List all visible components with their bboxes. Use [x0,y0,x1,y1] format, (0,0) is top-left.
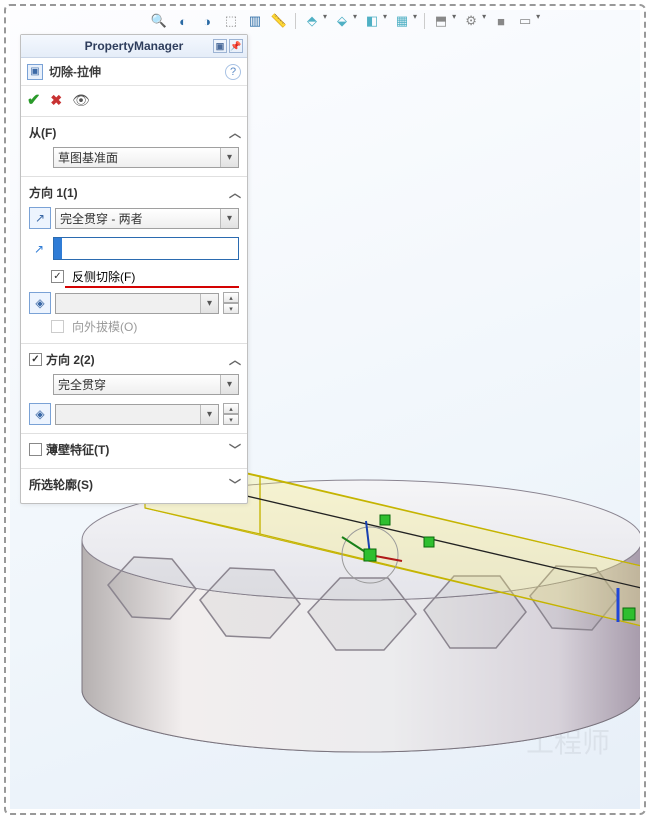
chevron-down-icon[interactable]: ﹀ [229,476,241,493]
icon-section[interactable]: ▥ [246,12,264,30]
spinner[interactable]: ▴▾ [223,292,239,314]
from-combo[interactable]: 草图基准面 ▾ [53,147,239,168]
chevron-up-icon[interactable]: ︿ [229,351,241,368]
pm-header: PropertyManager ▣ 📌 [21,35,247,58]
icon-display4[interactable]: ▦ [393,12,411,30]
dir2-draft-combo: ▾ [55,404,219,425]
view-toolbar: 🔍 ◐ ◑ ⬚ ▥ 📏 ⬘▾ ⬙▾ ◧▾ ▦▾ ⬒▾ ⚙▾ ■ ▭▾ [150,12,540,34]
cancel-button[interactable]: ✖ [50,92,62,109]
thin-label: 薄壁特征(T) [46,441,109,458]
icon-view2[interactable]: ◑ [198,12,216,30]
contours-section: 所选轮廓(S) ﹀ [21,468,247,503]
icon-display2[interactable]: ⬙ [333,12,351,30]
thin-section: 薄壁特征(T) ﹀ [21,433,247,468]
pm-pin-icon[interactable]: 📌 [229,39,243,53]
dir2-label: 方向 2(2) [46,351,95,368]
icon-d7[interactable]: ■ [492,12,510,30]
caret-icon: ▾ [200,294,218,313]
annotation-underline [65,286,239,288]
dir1-endcond: 完全贯穿 - 两者 [60,210,143,227]
dir2-checkbox[interactable]: ✓ [29,353,42,366]
chevron-up-icon[interactable]: ︿ [229,184,241,201]
confirm-row: ✔ ✖ 👁 [21,86,247,116]
dir1-vector-input[interactable] [53,237,239,260]
flip-label: 反侧切除(F) [72,268,135,285]
caret-icon: ▾ [200,405,218,424]
from-label: 从(F) [29,124,56,141]
preview-icon[interactable]: 👁 [72,92,90,109]
dir1-draft-combo: ▾ [55,293,219,314]
reverse-dir-icon[interactable]: ↗ [29,207,51,229]
feature-title: 切除-拉伸 [49,63,101,80]
separator [424,13,425,29]
icon-zoom[interactable]: 🔍 [150,12,168,30]
dir2-endcond-combo[interactable]: 完全贯穿 ▾ [53,374,239,395]
dir2-section: ✓ 方向 2(2) ︿ 完全贯穿 ▾ ◈ ▾ ▴▾ [21,343,247,433]
icon-display1[interactable]: ⬘ [303,12,321,30]
ok-button[interactable]: ✔ [27,90,40,110]
feature-header: ▣ 切除-拉伸 ? [21,58,247,86]
caret-icon: ▾ [220,209,238,228]
icon-display3[interactable]: ◧ [363,12,381,30]
draft-icon[interactable]: ◈ [29,292,51,314]
draft-label: 向外拔模(O) [72,318,137,335]
dir1-label: 方向 1(1) [29,184,78,201]
icon-measure[interactable]: 📏 [270,12,288,30]
pm-keep-visible-icon[interactable]: ▣ [213,39,227,53]
dir1-endcond-combo[interactable]: 完全贯穿 - 两者 ▾ [55,208,239,229]
direction-arrow-icon: ↗ [29,239,49,259]
icon-d8[interactable]: ▭ [516,12,534,30]
icon-d6[interactable]: ⚙ [462,12,480,30]
property-manager-panel: PropertyManager ▣ 📌 ▣ 切除-拉伸 ? ✔ ✖ 👁 从(F)… [20,34,248,504]
from-value: 草图基准面 [58,149,118,166]
help-icon[interactable]: ? [225,64,241,80]
draft-icon-2[interactable]: ◈ [29,403,51,425]
icon-d5[interactable]: ⬒ [432,12,450,30]
spinner[interactable]: ▴▾ [223,403,239,425]
icon-view1[interactable]: ◐ [174,12,192,30]
chevron-up-icon[interactable]: ︿ [229,124,241,141]
contours-label: 所选轮廓(S) [29,476,93,493]
dir1-section: 方向 1(1) ︿ ↗ 完全贯穿 - 两者 ▾ ↗ ✓ 反侧切除(F) [21,176,247,343]
thin-checkbox[interactable] [29,443,42,456]
caret-icon: ▾ [220,148,238,167]
caret-icon: ▾ [220,375,238,394]
draft-outward-checkbox [51,320,64,333]
separator [295,13,296,29]
from-section: 从(F) ︿ 草图基准面 ▾ [21,116,247,176]
icon-view3[interactable]: ⬚ [222,12,240,30]
cut-extrude-icon: ▣ [27,64,43,80]
flip-side-checkbox[interactable]: ✓ [51,270,64,283]
dir2-endcond: 完全贯穿 [58,376,106,393]
chevron-down-icon[interactable]: ﹀ [229,441,241,458]
pm-title: PropertyManager [85,39,184,53]
